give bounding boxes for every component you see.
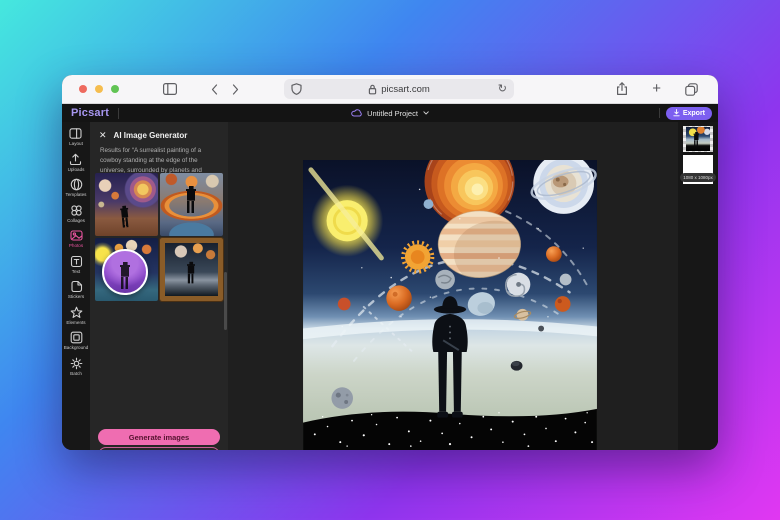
new-tab-icon[interactable]: + [652, 81, 661, 96]
zoom-window-button[interactable] [111, 85, 119, 93]
sidebar-item-layout[interactable]: Layout [69, 127, 83, 146]
cowboy-figure [693, 132, 700, 147]
sidebar-item-photos[interactable]: Photos [69, 229, 83, 248]
project-title-menu[interactable]: Untitled Project [351, 109, 429, 118]
browser-window: picsart.com ↻ + Picsart Untitled Project [62, 75, 718, 450]
tool-sidebar: Layout Uploads Templates Collages Photos… [62, 122, 90, 450]
sidebar-item-collages[interactable]: Collages [67, 204, 85, 223]
back-icon[interactable] [211, 84, 218, 95]
panel-title: AI Image Generator [114, 131, 188, 140]
templates-icon [70, 178, 83, 191]
cloud-sync-icon [351, 109, 362, 117]
sidebar-item-batch[interactable]: Batch [70, 357, 83, 376]
export-button[interactable]: Export [666, 107, 712, 120]
close-icon[interactable]: ✕ [99, 131, 107, 140]
star-icon [70, 306, 83, 319]
generate-images-button[interactable]: Generate images [98, 429, 220, 445]
minimize-window-button[interactable] [95, 85, 103, 93]
secondary-action-button[interactable] [98, 447, 220, 450]
photos-icon [70, 229, 83, 242]
project-name: Untitled Project [367, 109, 418, 118]
lock-icon [368, 84, 377, 95]
background-icon [70, 331, 83, 344]
collages-icon [70, 204, 83, 217]
chevron-down-icon [423, 111, 429, 115]
export-label: Export [683, 110, 705, 117]
canvas-size-badge: 1080 x 1080px [680, 173, 716, 182]
selected-image-avatar[interactable] [102, 249, 148, 295]
browser-toolbar: picsart.com ↻ + [62, 75, 718, 104]
sidebar-item-stickers[interactable]: Stickers [68, 280, 84, 299]
canvas-image[interactable] [303, 160, 597, 450]
picsart-app: Picsart Untitled Project Export Layout U… [62, 104, 718, 450]
tab-overview-icon[interactable] [685, 83, 698, 96]
cowboy-figure [186, 262, 196, 284]
forward-icon[interactable] [232, 84, 239, 95]
cowboy-figure [185, 186, 197, 214]
panel-scrollbar[interactable] [224, 272, 227, 330]
share-icon[interactable] [616, 82, 628, 96]
traffic-lights [79, 85, 119, 93]
sidebar-item-uploads[interactable]: Uploads [68, 153, 85, 172]
layers-panel: 1080 x 1080px [678, 122, 718, 450]
cowboy-universe-artwork [303, 160, 597, 450]
url-text: picsart.com [381, 84, 430, 95]
close-window-button[interactable] [79, 85, 87, 93]
upload-icon [69, 153, 82, 166]
download-icon [673, 109, 680, 117]
picsart-logo[interactable]: Picsart [71, 107, 109, 119]
address-bar[interactable]: picsart.com ↻ [284, 79, 514, 99]
layer-preview-image [686, 127, 710, 151]
ai-image-generator-panel: ✕ AI Image Generator Results for “A surr… [90, 122, 228, 450]
app-header: Picsart Untitled Project Export [62, 104, 718, 122]
generated-image-thumb-4[interactable] [160, 238, 223, 301]
batch-icon [70, 357, 83, 370]
selected-layer-thumbnail[interactable] [683, 126, 713, 152]
text-icon [70, 255, 83, 268]
generated-image-thumb-2[interactable] [160, 173, 223, 236]
sidebar-item-elements[interactable]: Elements [66, 306, 85, 325]
sidebar-item-text[interactable]: Text [70, 255, 83, 274]
header-divider [659, 108, 660, 118]
sidebar-item-background[interactable]: Background [64, 331, 89, 350]
header-divider [118, 108, 119, 119]
sidebar-item-templates[interactable]: Templates [66, 178, 87, 197]
generated-image-thumb-1[interactable] [95, 173, 158, 236]
stickers-icon [70, 280, 83, 293]
layout-icon [69, 127, 82, 140]
cowboy-figure [119, 205, 131, 228]
reload-icon[interactable]: ↻ [498, 84, 507, 95]
browser-sidebar-icon[interactable] [163, 83, 177, 95]
cowboy-figure [119, 262, 131, 290]
